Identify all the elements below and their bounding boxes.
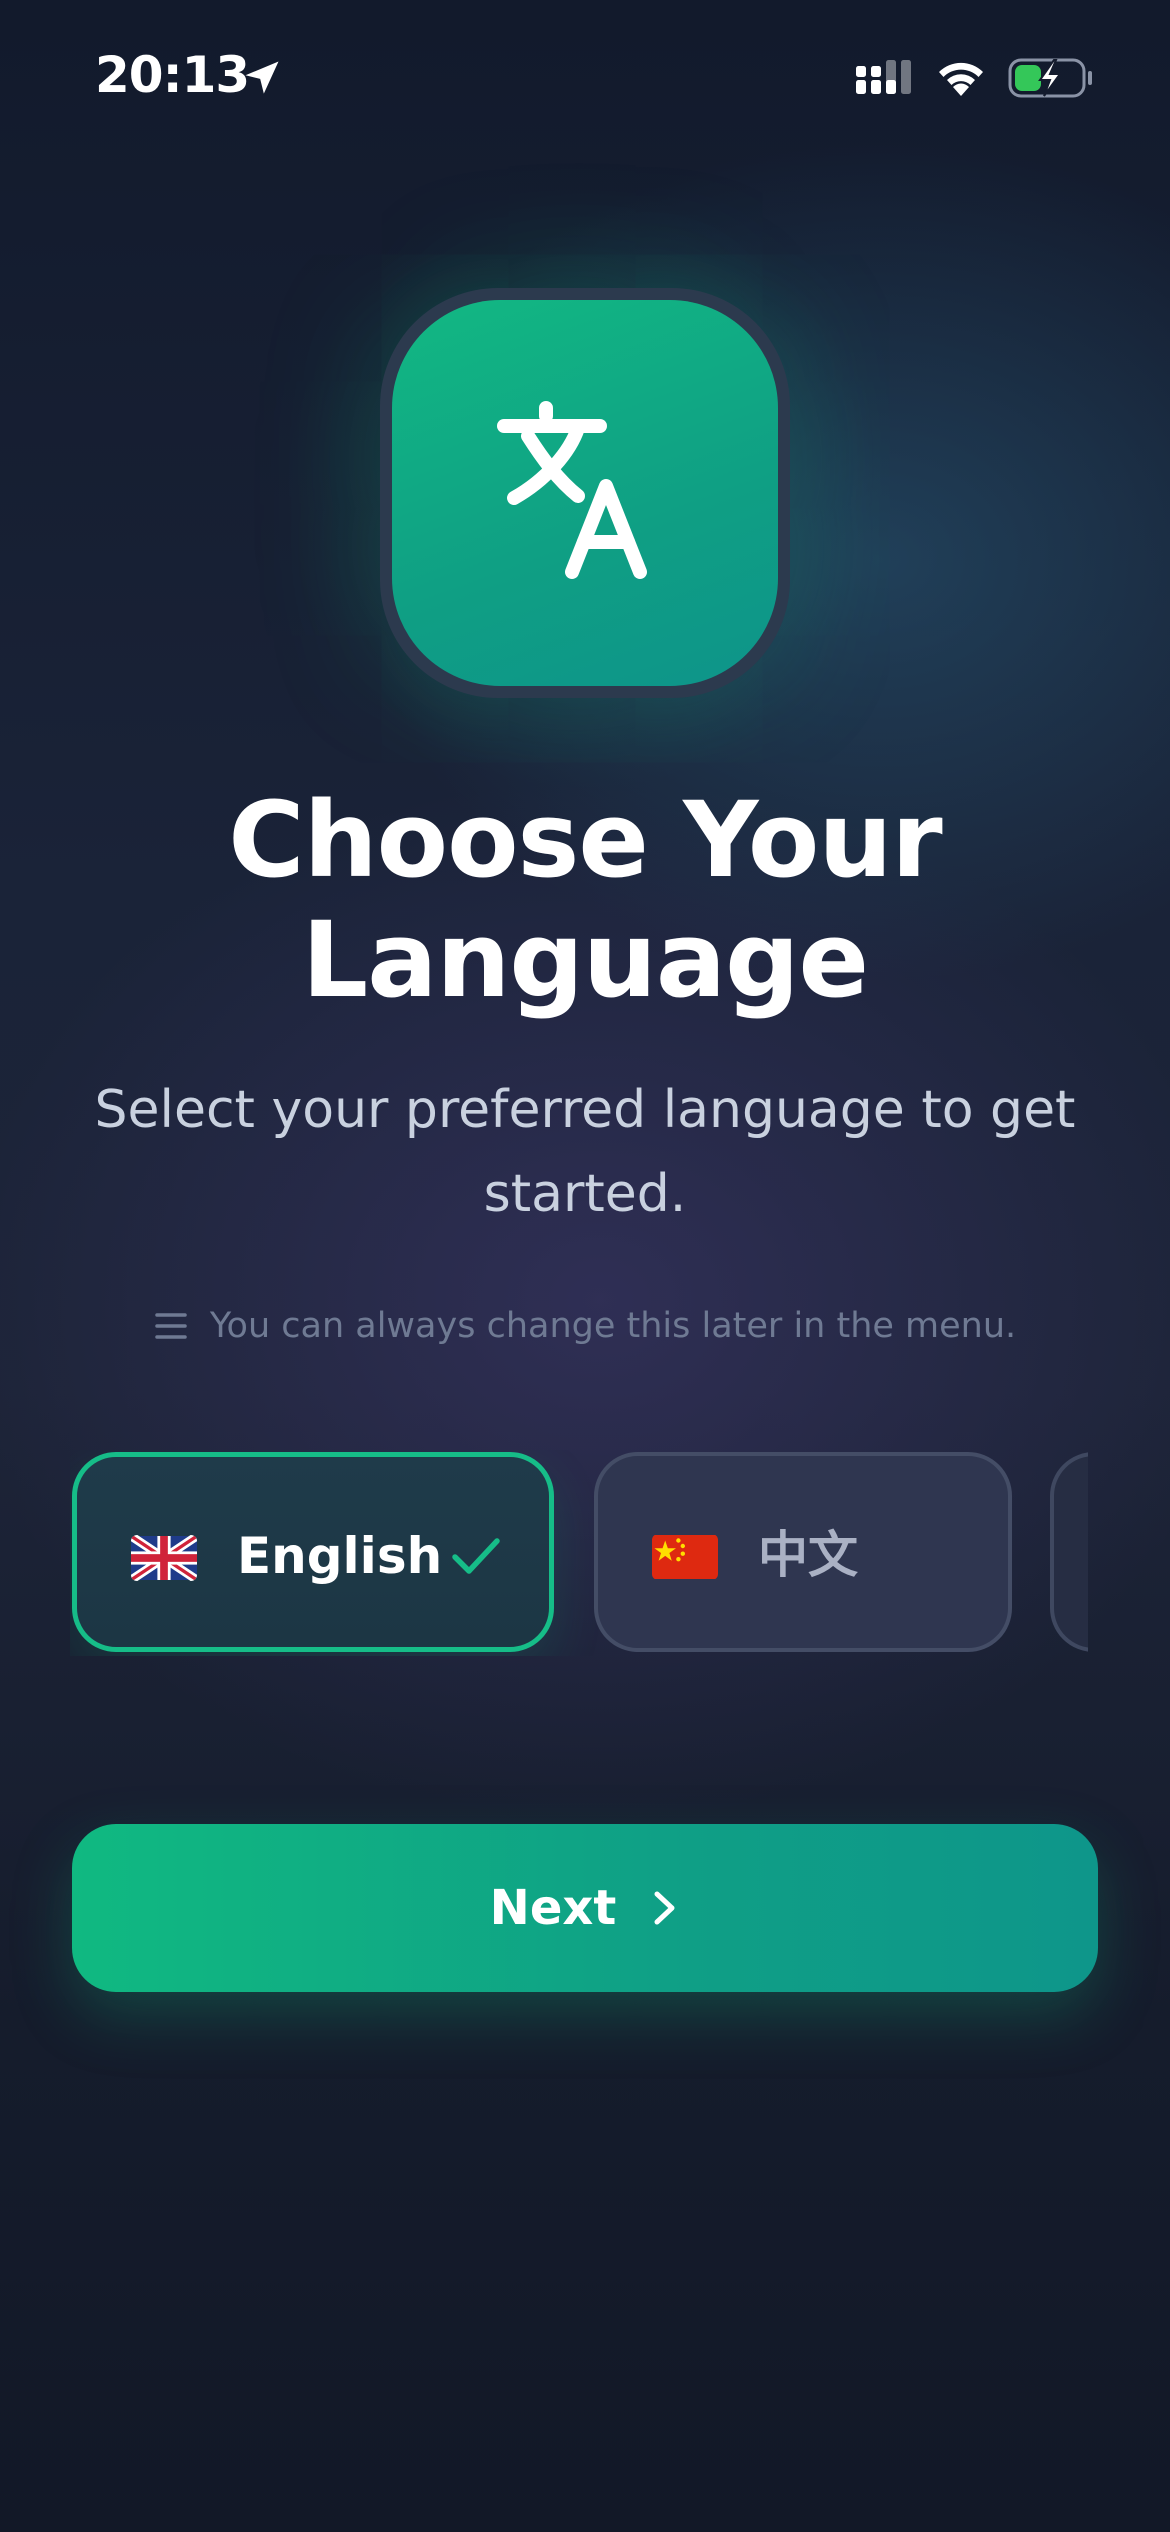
app-icon	[392, 300, 778, 686]
language-carousel[interactable]: English 中文	[70, 1450, 1088, 1656]
status-bar: 20:13	[0, 0, 1170, 150]
language-selection-screen: 20:13 Choose Your Language Select your p…	[0, 0, 1170, 2532]
app-icon-frame	[380, 288, 790, 698]
translate-icon	[497, 401, 647, 579]
cellular-signal-icon	[856, 60, 911, 94]
page-subtitle: Select your preferred language to get st…	[94, 1080, 1076, 1224]
location-arrow-icon	[245, 61, 279, 94]
language-option-more[interactable]	[1050, 1452, 1088, 1652]
china-flag-icon	[652, 1535, 718, 1579]
status-time: 20:13	[95, 46, 250, 104]
language-option-english[interactable]: English	[72, 1452, 554, 1652]
uk-flag-icon	[131, 1535, 197, 1581]
menu-icon	[155, 1313, 187, 1339]
page-title: Choose Your Language	[0, 780, 1170, 1020]
language-label-english: English	[237, 1527, 443, 1585]
next-button[interactable]: Next	[72, 1824, 1098, 1992]
page-title-line-2: Language	[301, 899, 869, 1021]
wifi-icon	[939, 62, 983, 96]
language-option-chinese[interactable]: 中文	[594, 1452, 1012, 1652]
language-label-chinese: 中文	[758, 1526, 858, 1584]
battery-charging-icon	[1008, 58, 1092, 98]
hint: You can always change this later in the …	[0, 1306, 1170, 1350]
chevron-right-icon	[654, 1891, 675, 1925]
check-icon	[452, 1538, 500, 1574]
next-button-label: Next	[489, 1880, 617, 1936]
page-title-line-1: Choose Your	[228, 779, 942, 901]
hint-text: You can always change this later in the …	[209, 1306, 1017, 1346]
